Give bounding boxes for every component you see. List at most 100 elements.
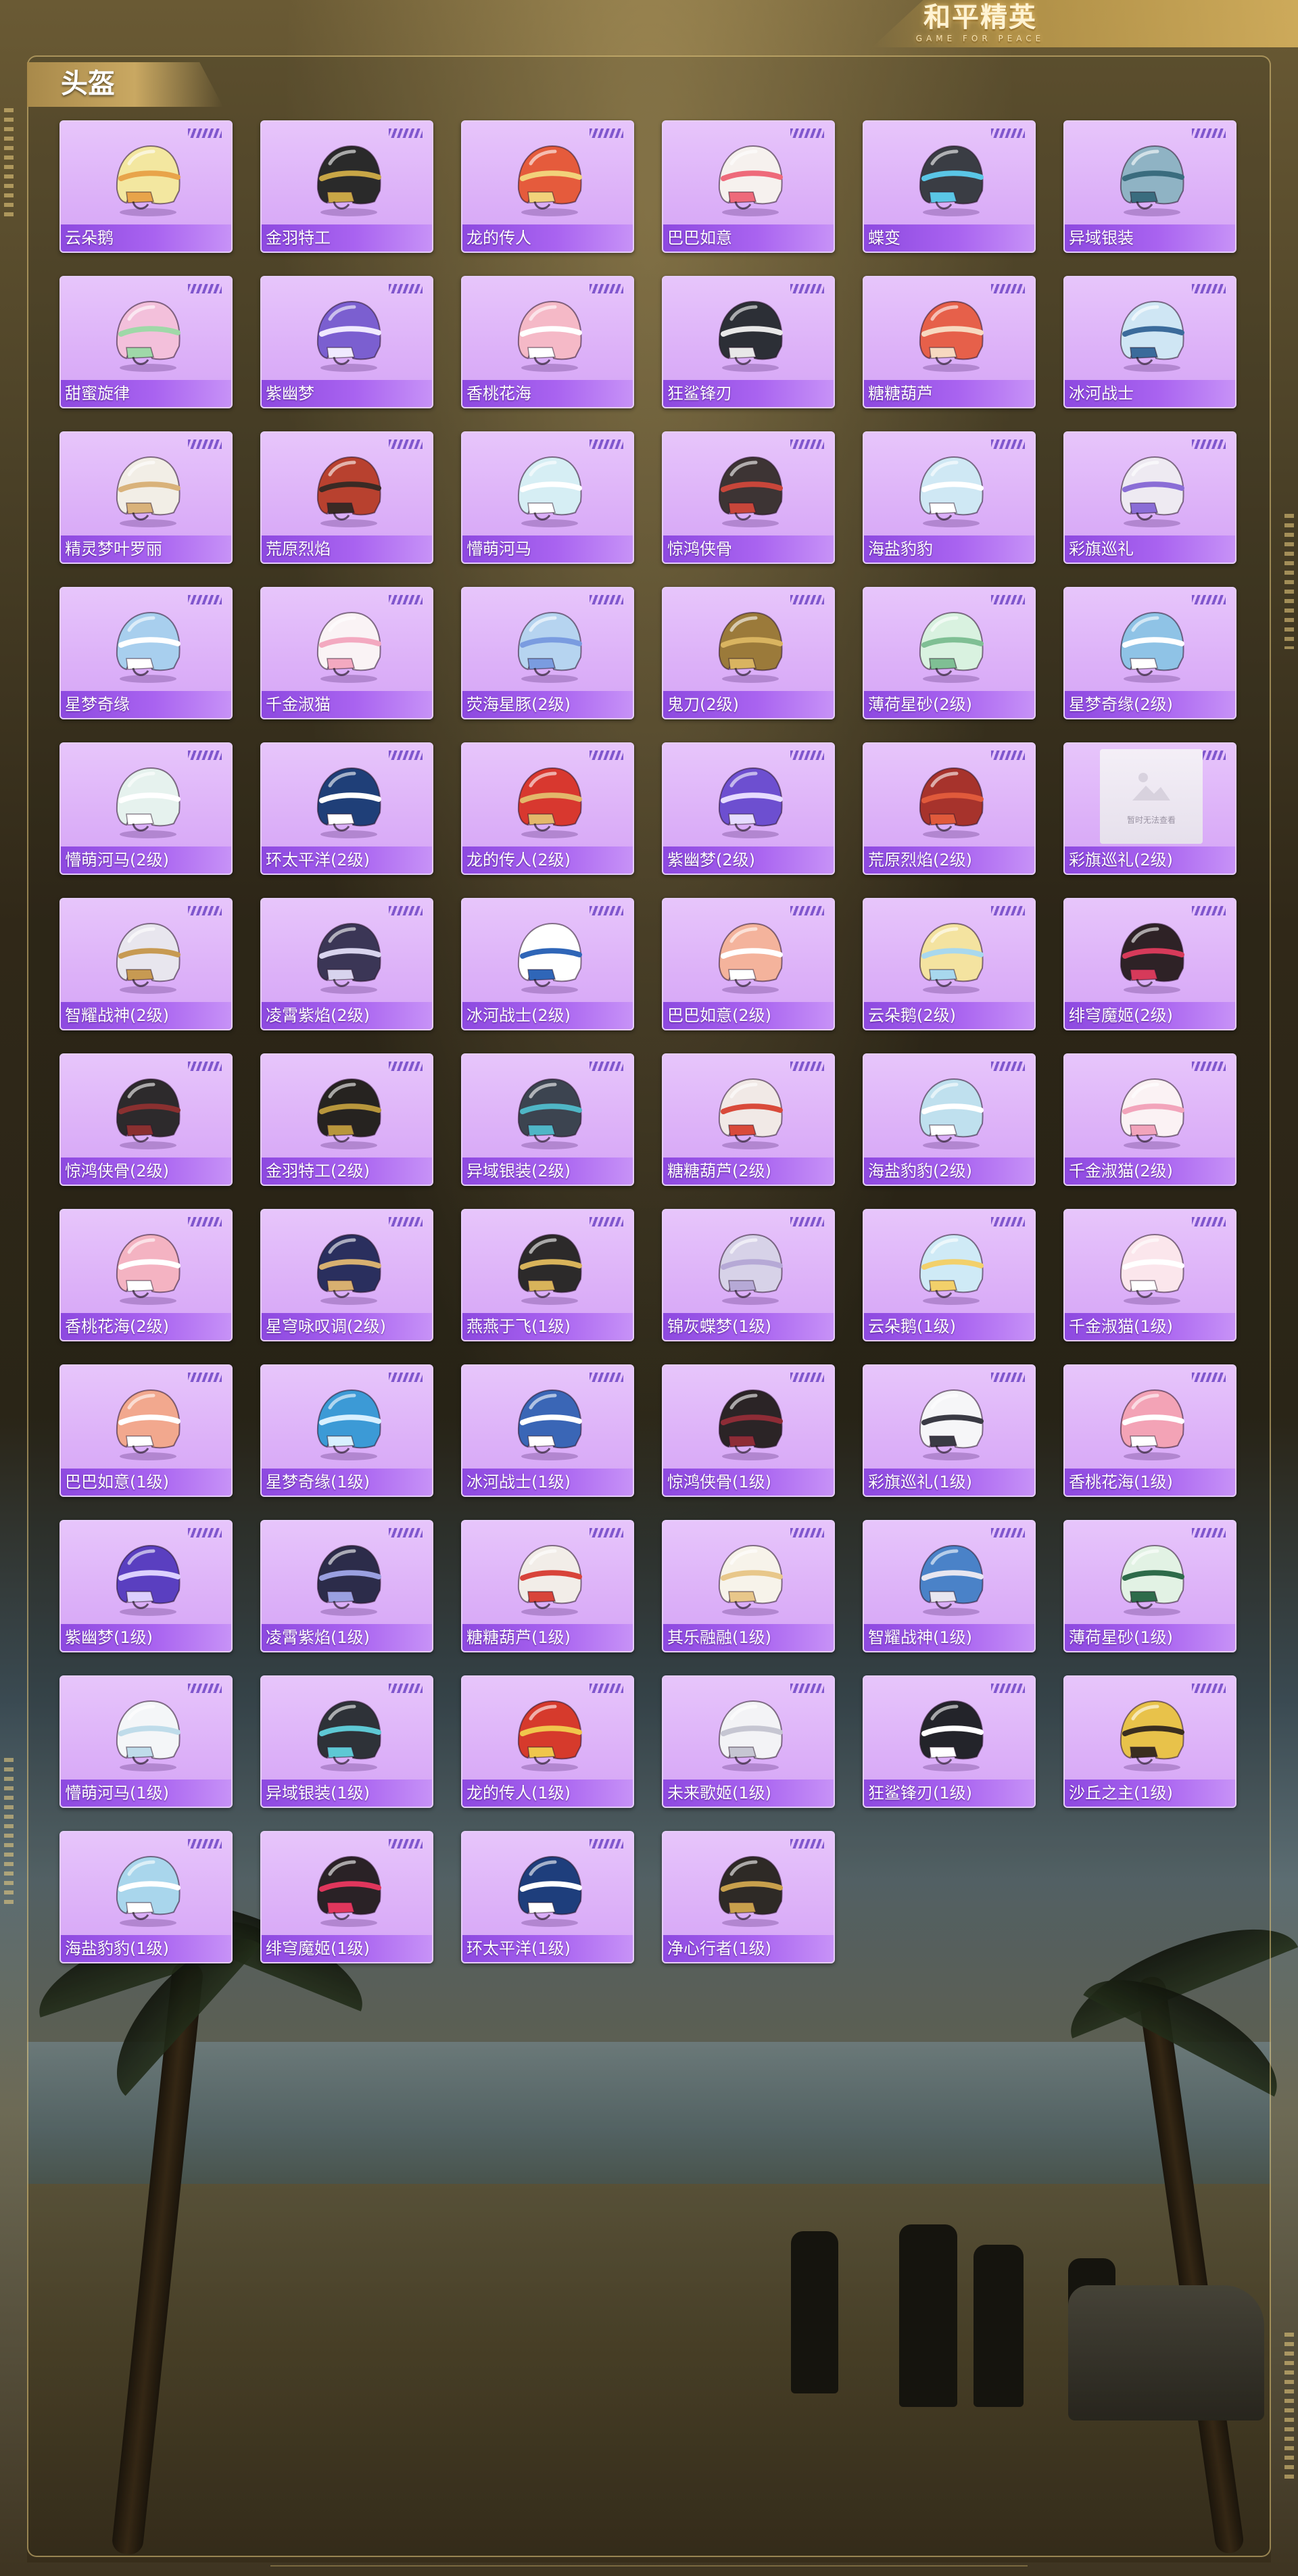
helmet-card[interactable]: 龙的传人(1级) (461, 1675, 634, 1808)
helmet-card[interactable]: 千金淑猫(2级) (1063, 1053, 1236, 1186)
helmet-card[interactable]: 龙的传人(2级) (461, 742, 634, 875)
helmet-card[interactable]: 甜蜜旋律 (59, 276, 233, 408)
helmet-card[interactable]: 智耀战神(2级) (59, 898, 233, 1030)
helmet-card[interactable]: 金羽特工(2级) (260, 1053, 433, 1186)
glacier-warrior-helmet-icon (1107, 292, 1195, 375)
helmet-card[interactable]: 星穹咏叹调(2级) (260, 1209, 433, 1341)
helmet-card[interactable]: 异域银装 (1063, 120, 1236, 253)
helmet-card[interactable]: 薄荷星砂(2级) (863, 587, 1036, 719)
helmet-card[interactable]: 绯穹魔姬(2级) (1063, 898, 1236, 1030)
rarity-bars-icon (790, 439, 824, 449)
helmet-card[interactable]: 彩旗巡礼 (1063, 431, 1236, 564)
helmet-name: 燕燕于飞(1级) (462, 1313, 633, 1340)
helmet-card[interactable]: 云朵鹅 (59, 120, 233, 253)
helmet-card[interactable]: 龙的传人 (461, 120, 634, 253)
helmet-card[interactable]: 金羽特工 (260, 120, 433, 253)
helmet-name: 星梦奇缘(1级) (262, 1469, 432, 1496)
helmet-card[interactable]: 凌霄紫焰(1级) (260, 1520, 433, 1652)
exotic-silver-helmet-icon (304, 1692, 392, 1774)
helmet-card[interactable]: 绯穹魔姬(1级) (260, 1831, 433, 1963)
helmet-card[interactable]: 紫幽梦(2级) (662, 742, 835, 875)
helmet-card[interactable]: 其乐融融(1级) (662, 1520, 835, 1652)
helmet-name: 惊鸿侠骨(1级) (663, 1469, 834, 1496)
helmet-card[interactable]: 千金淑猫(1级) (1063, 1209, 1236, 1341)
rarity-bars-icon (991, 1217, 1025, 1226)
helmet-card[interactable]: 沙丘之主(1级) (1063, 1675, 1236, 1808)
helmet-card[interactable]: 狂鲨锋刃(1级) (863, 1675, 1036, 1808)
helmet-card[interactable]: 燕燕于飞(1级) (461, 1209, 634, 1341)
helmet-card[interactable]: 海盐豹豹(1级) (59, 1831, 233, 1963)
helmet-card[interactable]: 凌霄紫焰(2级) (260, 898, 433, 1030)
helmet-card[interactable]: 糖糖葫芦(2级) (662, 1053, 835, 1186)
helmet-card[interactable]: 蝶变 (863, 120, 1036, 253)
helmet-card[interactable]: 荧海星豚(2级) (461, 587, 634, 719)
helmet-card[interactable]: 云朵鹅(2级) (863, 898, 1036, 1030)
helmet-card[interactable]: 懵萌河马(1级) (59, 1675, 233, 1808)
helmet-name: 千金淑猫(2级) (1065, 1158, 1235, 1185)
swan-hero-helmet-icon (103, 1070, 191, 1152)
wasteland-flame-helmet-icon (907, 759, 994, 841)
helmet-name: 智耀战神(1级) (864, 1624, 1034, 1651)
helmet-card[interactable]: 异域银装(1级) (260, 1675, 433, 1808)
rarity-bars-icon (389, 1373, 423, 1382)
helmet-card[interactable]: 冰河战士(2级) (461, 898, 634, 1030)
helmet-card[interactable]: 暂时无法查看 彩旗巡礼(2级) (1063, 742, 1236, 875)
helmet-card[interactable]: 薄荷星砂(1级) (1063, 1520, 1236, 1652)
helmet-card[interactable]: 云朵鹅(1级) (863, 1209, 1036, 1341)
rarity-bars-icon (991, 1528, 1025, 1537)
helmet-card[interactable]: 彩旗巡礼(1级) (863, 1364, 1036, 1497)
helmet-card[interactable]: 星梦奇缘(2级) (1063, 587, 1236, 719)
helmet-card[interactable]: 懵萌河马(2级) (59, 742, 233, 875)
sky-purple-flame-helmet-icon (304, 914, 392, 997)
helmet-card[interactable]: 荒原烈焰 (260, 431, 433, 564)
helmet-name: 紫幽梦(2级) (663, 846, 834, 874)
helmet-card[interactable]: 海盐豹豹(2级) (863, 1053, 1036, 1186)
helmet-card[interactable]: 环太平洋(2级) (260, 742, 433, 875)
helmet-name: 狂鲨锋刃 (663, 380, 834, 407)
rarity-bars-icon (590, 1528, 623, 1537)
candied-haws-helmet-icon (505, 1536, 593, 1619)
helmet-card[interactable]: 惊鸿侠骨(2级) (59, 1053, 233, 1186)
helmet-card[interactable]: 冰河战士(1级) (461, 1364, 634, 1497)
helmet-card[interactable]: 异域银装(2级) (461, 1053, 634, 1186)
helmet-card[interactable]: 糖糖葫芦 (863, 276, 1036, 408)
helmet-card[interactable]: 海盐豹豹 (863, 431, 1036, 564)
rarity-bars-icon (188, 1062, 222, 1071)
helmet-card[interactable]: 锦灰蝶梦(1级) (662, 1209, 835, 1341)
rarity-bars-icon (188, 1373, 222, 1382)
helmet-card[interactable]: 净心行者(1级) (662, 1831, 835, 1963)
helmet-card[interactable]: 智耀战神(1级) (863, 1520, 1036, 1652)
helmet-name: 糖糖葫芦 (864, 380, 1034, 407)
helmet-card[interactable]: 惊鸿侠骨(1级) (662, 1364, 835, 1497)
happy-together-helmet-icon (706, 1536, 794, 1619)
helmet-card[interactable]: 巴巴如意(1级) (59, 1364, 233, 1497)
helmet-card[interactable]: 狂鲨锋刃 (662, 276, 835, 408)
helmet-card[interactable]: 星梦奇缘 (59, 587, 233, 719)
rarity-bars-icon (991, 595, 1025, 604)
purple-dream-helmet-icon (706, 759, 794, 841)
helmet-card[interactable]: 星梦奇缘(1级) (260, 1364, 433, 1497)
helmet-card[interactable]: 荒原烈焰(2级) (863, 742, 1036, 875)
helmet-card[interactable]: 千金淑猫 (260, 587, 433, 719)
helmet-card[interactable]: 惊鸿侠骨 (662, 431, 835, 564)
helmet-card[interactable]: 紫幽梦 (260, 276, 433, 408)
helmet-card[interactable]: 香桃花海(2级) (59, 1209, 233, 1341)
helmet-card[interactable]: 未来歌姬(1级) (662, 1675, 835, 1808)
helmet-card[interactable]: 环太平洋(1级) (461, 1831, 634, 1963)
rarity-bars-icon (1192, 284, 1226, 293)
purple-dream-helmet-icon (304, 292, 392, 375)
helmet-card[interactable]: 巴巴如意 (662, 120, 835, 253)
rarity-bars-icon (389, 750, 423, 760)
helmet-card[interactable]: 巴巴如意(2级) (662, 898, 835, 1030)
brocade-butterfly-helmet-icon (706, 1225, 794, 1308)
helmet-card[interactable]: 精灵梦叶罗丽 (59, 431, 233, 564)
helmet-card[interactable]: 冰河战士 (1063, 276, 1236, 408)
helmet-card[interactable]: 鬼刀(2级) (662, 587, 835, 719)
helmet-name: 香桃花海 (462, 380, 633, 407)
helmet-card[interactable]: 糖糖葫芦(1级) (461, 1520, 634, 1652)
helmet-card[interactable]: 香桃花海(1级) (1063, 1364, 1236, 1497)
helmet-card[interactable]: 紫幽梦(1级) (59, 1520, 233, 1652)
helmet-name: 糖糖葫芦(1级) (462, 1624, 633, 1651)
helmet-card[interactable]: 香桃花海 (461, 276, 634, 408)
helmet-card[interactable]: 懵萌河马 (461, 431, 634, 564)
